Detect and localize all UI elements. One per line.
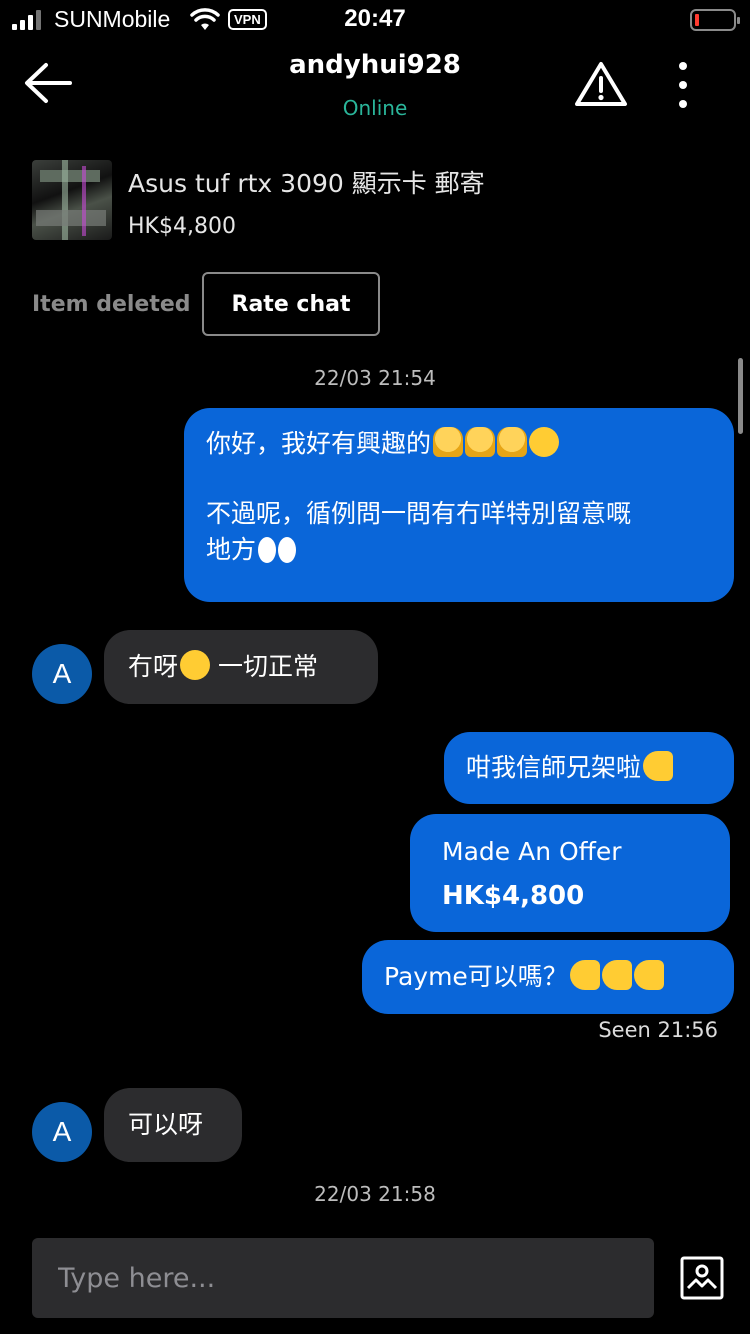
listing-price: HK$4,800: [128, 214, 236, 239]
message-text: 咁我信師兄架啦: [466, 753, 642, 782]
status-bar: SUNMobile VPN 20:47: [0, 0, 750, 40]
scrollbar[interactable]: [738, 358, 743, 434]
message-text: 地方: [206, 535, 257, 564]
message-text: 一切正常: [210, 652, 318, 681]
pray-emoji-icon: [465, 427, 496, 457]
outgoing-message: Payme可以嗎？: [362, 940, 734, 1014]
message-timestamp: 22/03 21:54: [314, 366, 436, 390]
listing-thumbnail[interactable]: [32, 160, 112, 240]
message-timestamp: 22/03 21:58: [314, 1182, 436, 1206]
eyes-emoji-icon: [278, 537, 297, 563]
outgoing-message: 你好，我好有興趣的 不過呢，循例問一問有冇咩特別留意嘅 地方: [184, 408, 734, 602]
report-warning-icon[interactable]: [574, 60, 628, 108]
item-deleted-label: Item deleted: [32, 292, 191, 317]
outgoing-message: 咁我信師兄架啦: [444, 732, 734, 804]
message-text: Payme可以嗎？: [384, 962, 568, 991]
pointing-emoji-icon: [633, 960, 664, 990]
message-text: 可以呀: [128, 1110, 204, 1139]
status-time: 20:47: [344, 5, 406, 32]
more-vertical-icon[interactable]: [672, 62, 694, 108]
online-status: Online: [342, 96, 408, 120]
rate-chat-button[interactable]: Rate chat: [202, 272, 380, 336]
photo-upload-icon[interactable]: [680, 1256, 724, 1300]
pointing-emoji-icon: [569, 960, 600, 990]
message-text: 冇呀: [128, 652, 179, 681]
offer-label: Made An Offer: [442, 837, 622, 866]
offer-card[interactable]: Made An Offer HK$4,800: [410, 814, 730, 932]
pointing-emoji-icon: [601, 960, 632, 990]
pointing-emoji-icon: [643, 751, 674, 781]
message-text: 你好，我好有興趣的: [206, 429, 432, 458]
avatar[interactable]: A: [32, 644, 92, 704]
thinking-emoji-icon: [180, 650, 211, 680]
pray-emoji-icon: [433, 427, 464, 457]
incoming-message: 可以呀: [104, 1088, 242, 1162]
message-input[interactable]: [32, 1238, 654, 1318]
pray-emoji-icon: [497, 427, 528, 457]
eyes-emoji-icon: [258, 537, 277, 563]
message-text: 不過呢，循例問一問有冇咩特別留意嘅: [206, 499, 632, 528]
seen-receipt: Seen 21:56: [598, 1018, 718, 1042]
battery-icon: [690, 9, 740, 31]
grin-emoji-icon: [529, 427, 560, 457]
avatar[interactable]: A: [32, 1102, 92, 1162]
incoming-message: 冇呀 一切正常: [104, 630, 378, 704]
offer-amount: HK$4,800: [442, 881, 585, 911]
listing-title[interactable]: Asus tuf rtx 3090 顯示卡 郵寄: [128, 164, 485, 200]
chat-partner-name[interactable]: andyhui928: [0, 50, 750, 80]
